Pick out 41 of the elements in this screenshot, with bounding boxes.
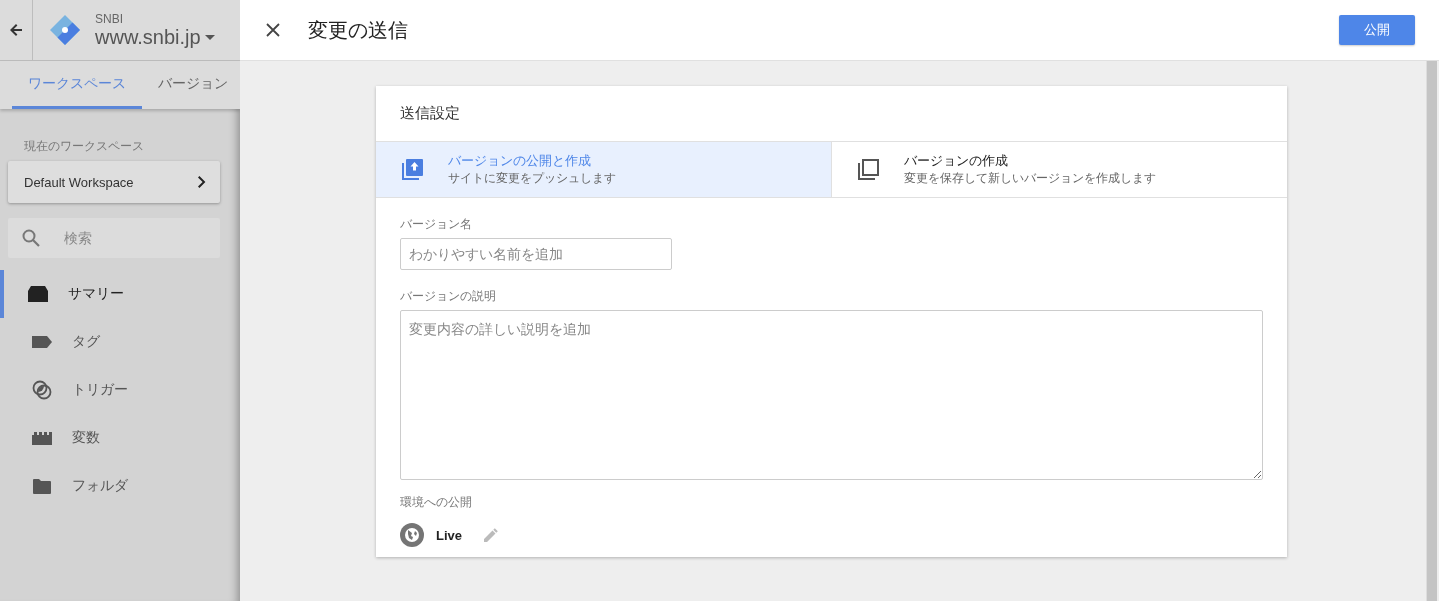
back-arrow-icon[interactable]: [10, 24, 22, 36]
copy-icon: [856, 157, 880, 182]
nav-item[interactable]: トリガー: [0, 366, 240, 414]
input-field[interactable]: わかりやすい名前を追加: [400, 238, 672, 270]
diamond-logo-icon: [49, 14, 81, 46]
environment-name: Live: [436, 527, 462, 543]
nav-item[interactable]: フォルダ: [0, 462, 240, 510]
field-label: 環境への公開: [400, 494, 473, 511]
option-description: サイトに変更をプッシュします: [448, 170, 616, 187]
search-field[interactable]: 検索: [8, 218, 220, 258]
submission-option[interactable]: バージョンの作成 変更を保存して新しいバージョンを作成します: [831, 142, 1287, 197]
card-title: 送信設定: [399, 103, 461, 123]
tag-icon: [32, 336, 52, 348]
option-description: 変更を保存して新しいバージョンを作成します: [904, 170, 1156, 187]
globe-icon: [400, 523, 424, 547]
option-title: バージョンの作成: [904, 152, 1009, 170]
nav-item[interactable]: タグ: [0, 318, 240, 366]
search-icon: [22, 229, 40, 247]
submission-option[interactable]: バージョンの公開と作成 サイトに変更をプッシュします: [376, 142, 831, 197]
tab[interactable]: バージョン: [142, 61, 228, 109]
text-area[interactable]: 変更内容の詳しい説明を追加: [400, 310, 1263, 480]
tray-icon: [28, 286, 48, 302]
account-name: SNBI: [95, 11, 124, 26]
nav-item[interactable]: 変数: [0, 414, 240, 462]
dropdown-caret-icon[interactable]: [204, 34, 215, 40]
dialog-title: 変更の送信: [308, 17, 409, 43]
scrollbar[interactable]: [1426, 61, 1437, 601]
close-icon[interactable]: [266, 23, 280, 37]
folder-icon: [33, 478, 51, 494]
publish-button[interactable]: 公開: [1339, 15, 1415, 45]
field-label: バージョン名: [400, 216, 473, 233]
blocks-icon: [32, 431, 52, 445]
section-label: 現在のワークスペース: [24, 138, 145, 155]
field-label: バージョンの説明: [400, 288, 497, 305]
chevron-right-icon: [198, 176, 206, 188]
option-title: バージョンの公開と作成: [448, 152, 592, 170]
trigger-icon: [32, 380, 52, 400]
container-name: www.snbi.jp: [95, 25, 201, 49]
tab[interactable]: ワークスペース: [12, 61, 142, 109]
upload-icon: [400, 157, 424, 182]
workspace-selector[interactable]: Default Workspace: [8, 161, 220, 203]
